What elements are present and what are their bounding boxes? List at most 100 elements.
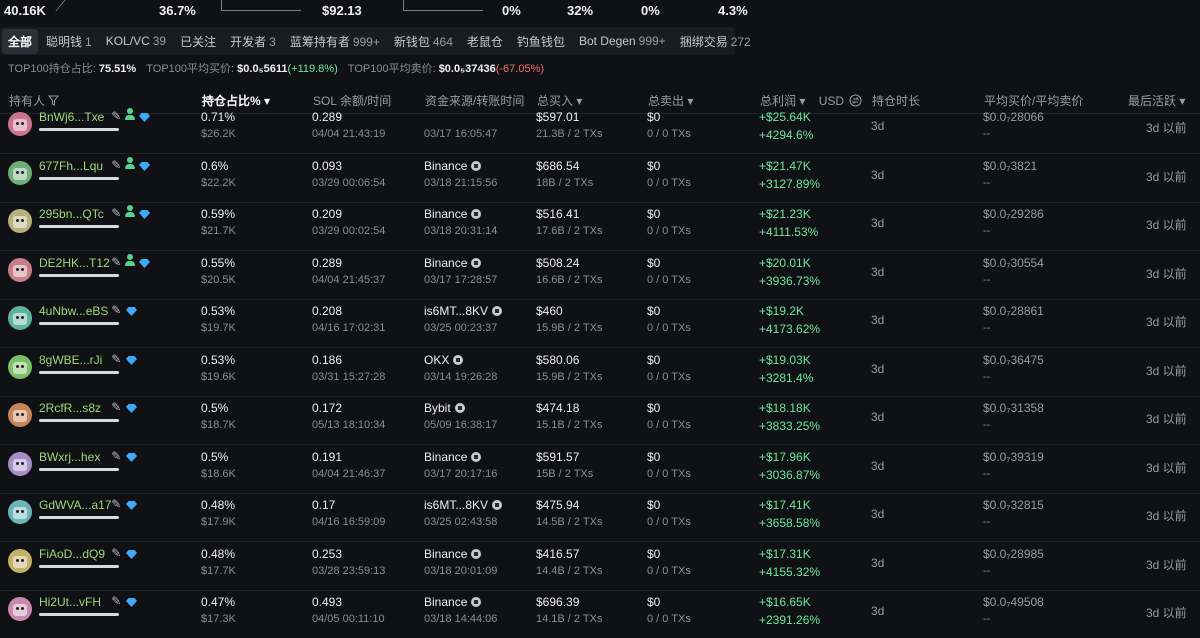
tab-phishing[interactable]: 钓鱼钱包 <box>511 29 571 54</box>
tab-bot-degen[interactable]: Bot Degen 999+ <box>573 30 672 52</box>
funding-source-name[interactable]: is6MT...8KV <box>424 304 488 318</box>
funding-source-name[interactable]: Binance <box>424 207 467 221</box>
funding-source[interactable]: is6MT...8KV <box>424 498 503 512</box>
bought-detail: 15B / 2 TXs <box>536 467 594 480</box>
holder-address[interactable]: BWxrj...hex <box>39 450 100 464</box>
summary-label: TOP100持仓占比: <box>8 63 96 75</box>
table-row[interactable]: BWxrj...hex ✎ 0.5% $18.6K 0.191 04/04 21:46:3… <box>0 446 1200 494</box>
edit-icon[interactable]: ✎ <box>111 497 121 511</box>
holder-address[interactable]: 2RcfR...s8z <box>39 401 101 415</box>
holder-address[interactable]: GdWVA...a17 <box>39 498 111 512</box>
avatar-face <box>13 458 27 471</box>
total-bought: $508.24 <box>536 255 580 270</box>
holder-address[interactable]: 295bn...QTc <box>39 207 104 221</box>
funding-source[interactable]: Binance <box>424 256 482 270</box>
tab-developer[interactable]: 开发者 3 <box>224 29 282 54</box>
bought-detail: 15.1B / 2 TXs <box>536 419 603 431</box>
tab-bundled[interactable]: 捆绑交易 272 <box>674 29 757 54</box>
filter-icon[interactable] <box>48 95 60 106</box>
edit-icon[interactable]: ✎ <box>111 400 121 414</box>
share-pct: 0.55% <box>201 255 236 270</box>
table-row[interactable]: 2RcfR...s8z ✎ 0.5% $18.7K 0.172 05/13 18:10:3… <box>0 397 1200 445</box>
avatar[interactable] <box>8 500 32 524</box>
holder-address[interactable]: 8gWBE...rJi <box>39 353 102 367</box>
sol-time: 04/04 21:43:19 <box>312 128 386 140</box>
funding-source-name[interactable]: Binance <box>424 159 467 173</box>
share-pct: 0.5% <box>201 401 229 415</box>
funding-source[interactable]: is6MT...8KV <box>424 304 503 318</box>
edit-icon[interactable]: ✎ <box>111 352 121 366</box>
profit-pct: +3036.87% <box>759 467 821 482</box>
avatar[interactable] <box>8 257 32 282</box>
hold-duration: 3d <box>871 167 885 182</box>
edit-icon[interactable]: ✎ <box>111 449 121 463</box>
last-active: 3d 以前 <box>1146 412 1187 426</box>
table-row[interactable]: 4uNbw...eBS ✎ 0.53% $19.7K 0.208 04/16 17:02:… <box>0 300 1200 348</box>
edit-icon[interactable]: ✎ <box>111 594 121 608</box>
profit-pct: +3658.58% <box>759 516 821 530</box>
funding-source-name[interactable]: OKX <box>424 353 449 367</box>
tab-bluechip-holders[interactable]: 蓝筹持有者 999+ <box>284 29 386 54</box>
holder-address[interactable]: FiAoD...dQ9 <box>39 547 105 561</box>
edit-icon[interactable]: ✎ <box>111 303 121 317</box>
edit-icon[interactable]: ✎ <box>111 206 121 220</box>
funding-source-name[interactable]: Binance <box>424 256 467 270</box>
funding-source[interactable]: Binance <box>424 159 482 173</box>
edit-icon[interactable]: ✎ <box>111 546 121 560</box>
tab-all[interactable]: 全部 <box>2 28 39 54</box>
holder-address[interactable]: 4uNbw...eBS <box>39 304 108 318</box>
avatar[interactable] <box>8 112 32 136</box>
funding-source-name[interactable]: is6MT...8KV <box>424 498 488 512</box>
tab-smart-money[interactable]: 聪明钱 1 <box>40 29 98 54</box>
avatar[interactable] <box>8 354 32 379</box>
avatar[interactable] <box>8 451 32 476</box>
table-row[interactable]: BnWj6...Txe ✎ 0.71% $26.2K 0.289 04/04 21:43:… <box>0 106 1200 154</box>
avatar[interactable] <box>8 403 32 427</box>
avatar[interactable] <box>8 160 32 185</box>
avg-sell-price: -- <box>983 322 991 334</box>
avatar[interactable] <box>8 548 32 573</box>
funding-source[interactable]: Binance <box>424 595 482 609</box>
table-row[interactable]: GdWVA...a17 ✎ 0.48% $17.9K 0.17 04/16 16:59:0… <box>0 494 1200 542</box>
table-row[interactable]: 677Fh...Lqu ✎ 0.6% $22.2K 0.093 03/29 00:06:5… <box>0 155 1200 203</box>
funding-source[interactable]: Binance <box>424 207 482 221</box>
sol-balance: 0.172 <box>312 401 343 415</box>
tab-new-wallets[interactable]: 新钱包 464 <box>388 29 459 54</box>
avg-sell-price: -- <box>983 419 991 431</box>
tab-followed[interactable]: 已关注 <box>174 29 222 54</box>
avg-buy-price: $0.0₇28066 <box>983 110 1044 124</box>
edit-icon[interactable]: ✎ <box>111 255 121 269</box>
table-row[interactable]: FiAoD...dQ9 ✎ 0.48% $17.7K 0.253 03/28 23:59:… <box>0 543 1200 591</box>
sol-balance: 0.493 <box>312 595 343 609</box>
holder-address[interactable]: DE2HK...T12 <box>39 256 110 270</box>
avg-sell-price: -- <box>983 564 991 577</box>
edit-icon[interactable]: ✎ <box>111 109 121 123</box>
funding-source[interactable]: Bybit <box>424 401 465 415</box>
holder-address[interactable]: Hi2Ut...vFH <box>39 595 101 609</box>
funding-source-name[interactable]: Binance <box>424 450 467 464</box>
table-row[interactable]: 295bn...QTc ✎ 0.59% $21.7K 0.209 03/29 00:02:… <box>0 203 1200 251</box>
funding-source[interactable]: Binance <box>424 450 482 464</box>
funding-source-name[interactable]: Binance <box>424 547 467 561</box>
funding-source[interactable]: OKX <box>424 353 464 367</box>
edit-icon[interactable]: ✎ <box>111 158 121 172</box>
bought-detail: 18B / 2 TXs <box>536 176 594 189</box>
holder-address[interactable]: 677Fh...Lqu <box>39 159 103 173</box>
table-row[interactable]: 8gWBE...rJi ✎ 0.53% $19.6K 0.186 03/31 15:27:… <box>0 349 1200 397</box>
avatar[interactable] <box>8 306 32 330</box>
table-row[interactable]: DE2HK...T12 ✎ 0.55% $20.5K 0.289 04/04 21:45:… <box>0 252 1200 300</box>
avatar[interactable] <box>8 209 32 233</box>
tab-kol-vc[interactable]: KOL/VC 39 <box>100 30 172 52</box>
table-row[interactable]: Hi2Ut...vFH ✎ 0.47% $17.3K 0.493 04/05 00:11:… <box>0 591 1200 638</box>
funding-source-name[interactable]: Binance <box>424 595 467 609</box>
tab-insider[interactable]: 老鼠仓 <box>461 29 509 54</box>
avatar[interactable] <box>8 597 32 621</box>
total-profit: +$20.01K <box>759 255 811 270</box>
holder-address[interactable]: BnWj6...Txe <box>39 110 104 124</box>
sold-detail: 0 / 0 TXs <box>647 322 691 334</box>
sold-detail: 0 / 0 TXs <box>647 370 691 383</box>
funding-source[interactable]: Binance <box>424 547 482 561</box>
share-value: $17.9K <box>201 516 236 528</box>
funding-source-name[interactable]: Bybit <box>424 401 451 415</box>
diamond-icon <box>126 400 138 413</box>
